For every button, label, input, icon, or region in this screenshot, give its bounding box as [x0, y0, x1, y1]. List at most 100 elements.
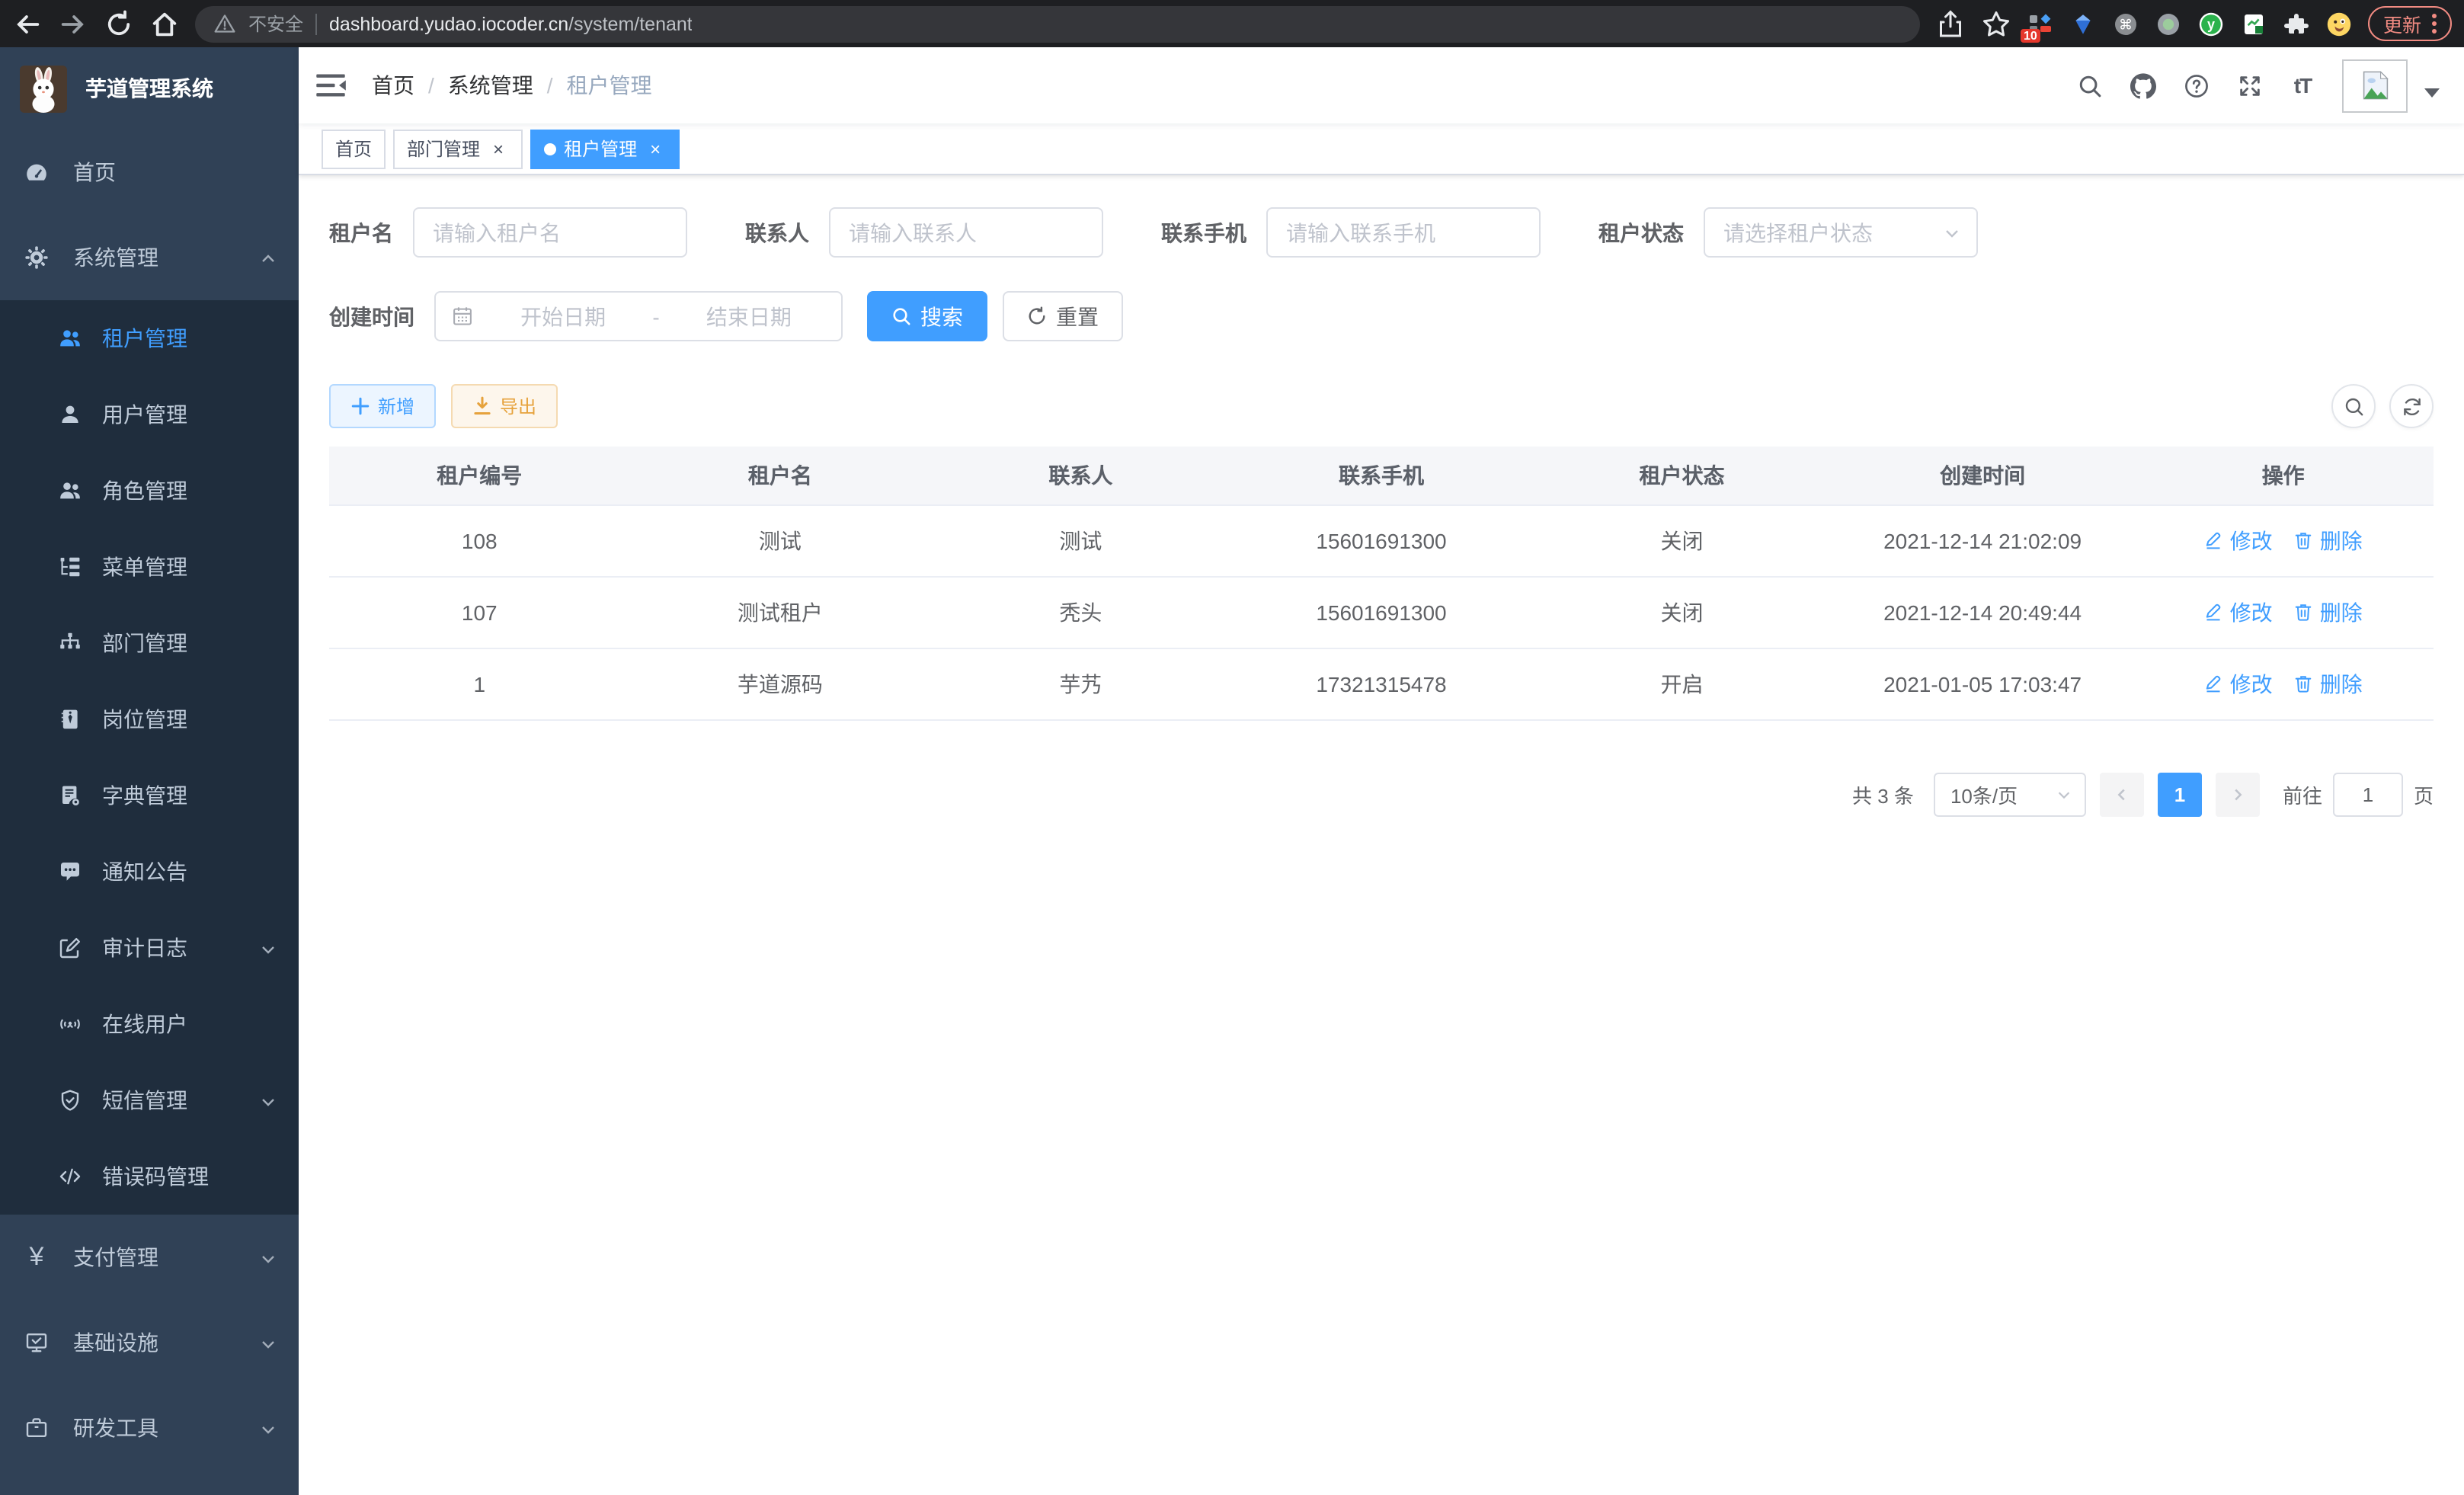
sidebar-collapse-icon[interactable] [314, 69, 347, 102]
sidebar-item-label: 部门管理 [102, 628, 187, 658]
sidebar-item-post[interactable]: 岗位管理 [0, 681, 299, 757]
sidebar-item-audit-log[interactable]: 审计日志 [0, 910, 299, 986]
user-icon [58, 402, 82, 427]
share-icon[interactable] [1935, 8, 1966, 39]
tenant-name-input[interactable] [413, 207, 687, 258]
status-select[interactable]: 请选择租户状态 [1704, 207, 1978, 258]
goto-page-input[interactable] [2333, 772, 2403, 816]
status-label: 租户状态 [1598, 217, 1684, 248]
extension-icon-command[interactable]: ⌘ [2112, 10, 2139, 37]
omnibox-divider [315, 13, 317, 34]
not-secure-icon[interactable] [213, 12, 236, 35]
sidebar-item-label: 首页 [73, 157, 116, 187]
sidebar-item-label: 系统管理 [73, 242, 158, 273]
forward-button[interactable] [58, 8, 88, 39]
breadcrumb-home[interactable]: 首页 [372, 70, 414, 101]
sidebar-item-sms[interactable]: 短信管理 [0, 1062, 299, 1138]
contact-mobile-input[interactable] [1266, 207, 1541, 258]
tags-view: 首页 部门管理 租户管理 [299, 123, 2464, 175]
fullscreen-icon[interactable] [2235, 72, 2263, 99]
add-button[interactable]: 新增 [329, 384, 436, 428]
tab-label: 租户管理 [564, 136, 637, 162]
reload-button[interactable] [104, 8, 134, 39]
edit-link[interactable]: 修改 [2204, 668, 2273, 699]
next-page-button[interactable] [2216, 772, 2260, 816]
user-avatar[interactable] [2342, 59, 2408, 112]
contact-mobile-label: 联系手机 [1161, 217, 1246, 248]
sidebar-item-role[interactable]: 角色管理 [0, 453, 299, 529]
sidebar-item-error-code[interactable]: 错误码管理 [0, 1138, 299, 1215]
sidebar-item-pay[interactable]: ¥ 支付管理 [0, 1215, 299, 1300]
edit-link[interactable]: 修改 [2204, 525, 2273, 555]
sidebar-item-label: 角色管理 [102, 475, 187, 506]
table-header-row: 租户编号 租户名 联系人 联系手机 租户状态 创建时间 操作 [329, 447, 2434, 504]
github-icon[interactable] [2129, 72, 2156, 99]
close-icon[interactable] [488, 138, 509, 159]
svg-text:y: y [2207, 16, 2215, 31]
extensions-puzzle-icon[interactable] [2283, 10, 2310, 37]
col-tenant-id: 租户编号 [329, 447, 630, 504]
sidebar-item-menu[interactable]: 菜单管理 [0, 529, 299, 605]
table-row: 107 测试租户 秃头 15601691300 关闭 2021-12-14 20… [329, 576, 2434, 648]
app-title: 芋道管理系统 [85, 73, 213, 104]
browser-chrome: 不安全 dashboard.yudao.iocoder.cn/system/te… [0, 0, 2464, 47]
sidebar-item-tenant[interactable]: 租户管理 [0, 300, 299, 376]
delete-link[interactable]: 删除 [2294, 525, 2363, 555]
sidebar-item-infra[interactable]: 基础设施 [0, 1300, 299, 1385]
sidebar-item-dev-tools[interactable]: 研发工具 [0, 1385, 299, 1471]
delete-link[interactable]: 删除 [2294, 597, 2363, 627]
page-size-select[interactable]: 10条/页 [1934, 772, 2086, 816]
edit-link[interactable]: 修改 [2204, 597, 2273, 627]
refresh-table-button[interactable] [2389, 384, 2434, 428]
sidebar-item-user[interactable]: 用户管理 [0, 376, 299, 453]
close-icon[interactable] [645, 138, 666, 159]
gear-icon [24, 245, 49, 270]
sidebar-item-dict[interactable]: 字典管理 [0, 757, 299, 834]
sidebar-item-system[interactable]: 系统管理 [0, 215, 299, 300]
bookmark-star-icon[interactable] [1981, 8, 2011, 39]
omnibox[interactable]: 不安全 dashboard.yudao.iocoder.cn/system/te… [195, 5, 1920, 42]
contact-name-input[interactable] [829, 207, 1103, 258]
page-unit-label: 页 [2414, 780, 2434, 808]
search-button[interactable]: 搜索 [867, 291, 987, 341]
extension-icon-dot[interactable] [2155, 10, 2182, 37]
export-button[interactable]: 导出 [451, 384, 558, 428]
prev-page-button[interactable] [2100, 772, 2144, 816]
sidebar-item-home[interactable]: 首页 [0, 130, 299, 215]
extension-icon-layout[interactable]: 10 [2027, 10, 2054, 37]
sidebar-item-notice[interactable]: 通知公告 [0, 834, 299, 910]
chevron-down-icon [259, 1091, 277, 1109]
create-time-range-picker[interactable]: 开始日期 - 结束日期 [434, 291, 843, 341]
app-logo[interactable]: 芋道管理系统 [0, 47, 299, 130]
page-number-1[interactable]: 1 [2158, 772, 2202, 816]
broken-image-icon [2358, 69, 2392, 102]
tab-home[interactable]: 首页 [322, 129, 386, 168]
extension-icon-sheet[interactable] [2240, 10, 2267, 37]
system-submenu: 租户管理 用户管理 角色管理 菜单管理 部门管理 [0, 300, 299, 1215]
extension-icon-gem[interactable] [2069, 10, 2097, 37]
url-text: dashboard.yudao.iocoder.cn/system/tenant [329, 13, 693, 34]
col-mobile: 联系手机 [1231, 447, 1532, 504]
browser-menu-icon[interactable] [2432, 14, 2437, 34]
reset-button[interactable]: 重置 [1003, 291, 1123, 341]
font-size-icon[interactable]: tT [2289, 72, 2316, 99]
extension-icon-y[interactable]: y [2197, 10, 2225, 37]
header-search-icon[interactable] [2075, 72, 2103, 99]
browser-update-button[interactable]: 更新 [2368, 6, 2452, 41]
sidebar-item-online-user[interactable]: 在线用户 [0, 986, 299, 1062]
profile-avatar-icon[interactable] [2325, 10, 2353, 37]
breadcrumb-system[interactable]: 系统管理 [448, 70, 533, 101]
help-icon[interactable] [2182, 72, 2210, 99]
avatar-dropdown-caret[interactable] [2424, 88, 2440, 98]
dictionary-icon [58, 783, 82, 808]
tab-dept[interactable]: 部门管理 [393, 129, 523, 168]
cell-created: 2021-12-14 20:49:44 [1832, 576, 2133, 648]
delete-link[interactable]: 删除 [2294, 668, 2363, 699]
sidebar-item-dept[interactable]: 部门管理 [0, 605, 299, 681]
back-button[interactable] [12, 8, 43, 39]
home-button[interactable] [149, 8, 180, 39]
tab-tenant[interactable]: 租户管理 [530, 129, 680, 168]
date-range-separator: - [652, 304, 659, 328]
navbar: 首页 / 系统管理 / 租户管理 [299, 47, 2464, 123]
show-search-toggle-button[interactable] [2331, 384, 2376, 428]
